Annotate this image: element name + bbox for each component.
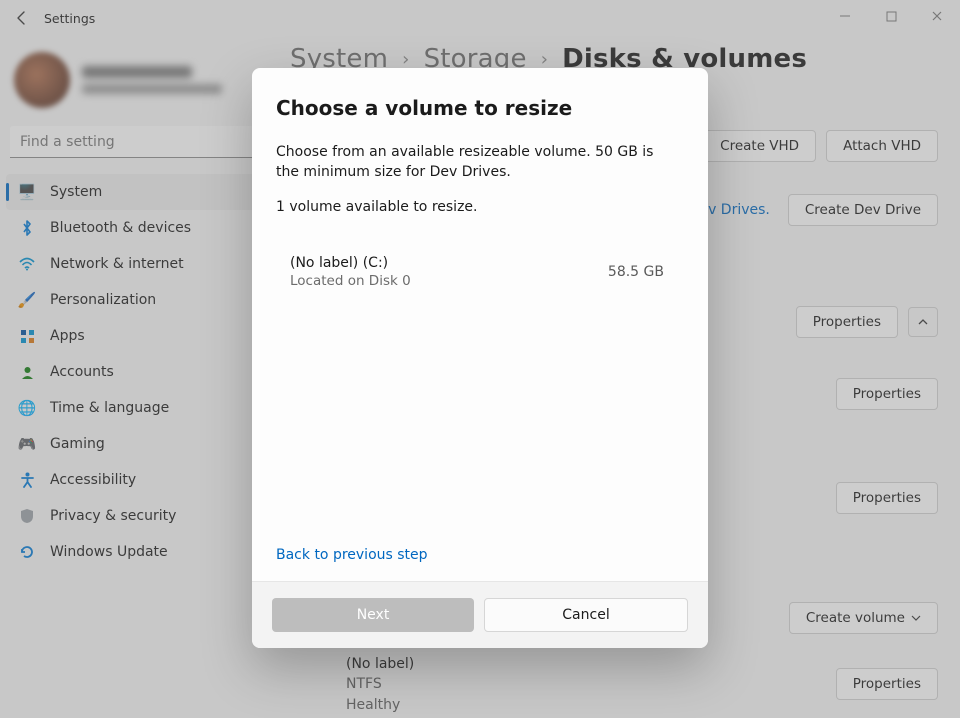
volume-option-location: Located on Disk 0 (290, 273, 411, 289)
dialog-title: Choose a volume to resize (276, 96, 684, 120)
next-button[interactable]: Next (272, 598, 474, 632)
settings-window: Settings 🖥️System Bluetooth & devices (0, 0, 960, 718)
back-to-previous-link[interactable]: Back to previous step (276, 547, 684, 571)
resize-volume-dialog: Choose a volume to resize Choose from an… (252, 68, 708, 648)
volume-option-name: (No label) (C:) (290, 255, 411, 271)
dialog-count: 1 volume available to resize. (276, 197, 656, 217)
cancel-button[interactable]: Cancel (484, 598, 688, 632)
dialog-footer: Next Cancel (252, 581, 708, 648)
volume-option-size: 58.5 GB (608, 264, 664, 280)
volume-option[interactable]: (No label) (C:) Located on Disk 0 58.5 G… (276, 241, 684, 303)
dialog-description: Choose from an available resizeable volu… (276, 142, 656, 183)
